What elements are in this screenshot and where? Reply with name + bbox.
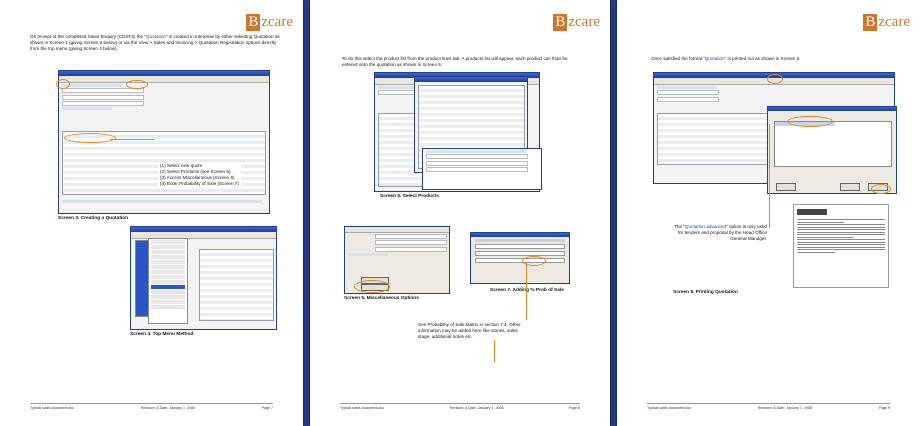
callout-quotation-info [354,280,390,293]
caption-screen-8: Screen 8. Printing Quotation [673,290,738,295]
callout-ok-button [871,184,891,194]
callout-tabs [64,133,116,143]
caption-screen-5: Screen 5. Select Products [380,194,439,199]
intro-paragraph: On receipt of the completed Sales Enquir… [30,34,280,51]
probability-note: See Probability of Sale Matrix in sectio… [418,322,521,339]
callout-new-quote [56,79,70,89]
callout-quotation-advanced [787,116,833,127]
screenshot-prob-of-sale [470,232,570,284]
printed-quotation-preview [793,204,889,288]
document-page-7: Bzcare On receipt of the completed Sales… [0,0,303,426]
intro-paragraph: Once satisfied the formal "Quotation" is… [651,56,801,61]
footer-page-9: Typical sales document.doc Revision: A Da… [647,403,890,410]
caption-screen-6: Screen 6. Miscellaneous Options [344,296,419,301]
bizcare-logo: Bzcare [863,14,910,31]
callout-toolbar [126,80,148,89]
product-details-panel [422,148,542,190]
bizcare-logo: Bzcare [553,14,600,31]
caption-screen-7: Screen 7. Adding % Prob of Sale [490,288,564,293]
bizcare-logo: Bzcare [246,14,293,31]
document-page-9: Bzcare Once satisfied the formal "Quotat… [617,0,920,426]
callout-print-button [767,74,783,84]
steps-list: (1) Select new quote (2) Select Products … [158,162,241,188]
menu-panel [148,238,188,324]
caption-screen-3: Screen 3. Creating a Quotation [58,216,129,221]
caption-screen-4: Screen 4. Top Menu Method [130,332,194,337]
document-page-8: Bzcare To do this select the product lis… [310,0,610,426]
menu-sidebar [135,240,149,317]
footer-page-7: Typical sales document.doc Revision: A Da… [30,403,273,410]
intro-paragraph: To do this select the product list from … [342,56,568,67]
quotation-advanced-note: The "Quotation advanced" option is only … [674,224,767,241]
footer-page-8: Typical sales document.doc Revision: A Da… [340,403,580,410]
